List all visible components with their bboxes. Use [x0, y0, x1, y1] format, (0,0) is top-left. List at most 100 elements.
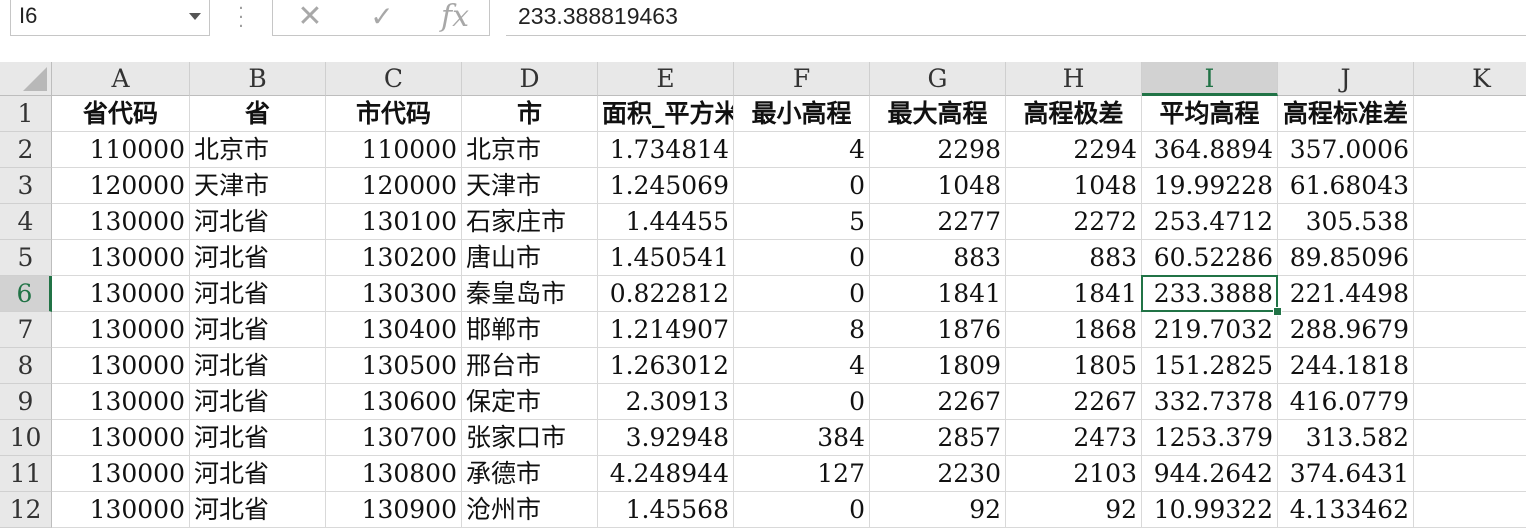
- column-header-g[interactable]: G: [870, 62, 1006, 96]
- table-cell[interactable]: 130700: [326, 420, 462, 456]
- column-header-f[interactable]: F: [734, 62, 870, 96]
- table-cell[interactable]: 416.0779: [1278, 384, 1414, 420]
- header-cell[interactable]: 高程标准差: [1278, 96, 1414, 132]
- table-cell[interactable]: 北京市: [190, 132, 326, 168]
- table-cell[interactable]: 883: [870, 240, 1006, 276]
- table-cell[interactable]: 244.1818: [1278, 348, 1414, 384]
- table-cell[interactable]: 1876: [870, 312, 1006, 348]
- table-cell[interactable]: 130600: [326, 384, 462, 420]
- close-icon[interactable]: ✕: [293, 0, 327, 34]
- header-cell[interactable]: 高程极差: [1006, 96, 1142, 132]
- empty-cell[interactable]: [1414, 312, 1526, 348]
- table-cell[interactable]: 219.7032: [1142, 312, 1278, 348]
- table-cell[interactable]: 4.133462: [1278, 492, 1414, 528]
- column-header-j[interactable]: J: [1278, 62, 1414, 96]
- header-cell[interactable]: 省: [190, 96, 326, 132]
- row-header-11[interactable]: 11: [0, 456, 52, 492]
- row-header-6[interactable]: 6: [0, 276, 52, 312]
- table-cell[interactable]: 2272: [1006, 204, 1142, 240]
- table-cell[interactable]: 天津市: [462, 168, 598, 204]
- table-cell[interactable]: 2473: [1006, 420, 1142, 456]
- empty-cell[interactable]: [1414, 492, 1526, 528]
- table-cell[interactable]: 120000: [52, 168, 190, 204]
- table-cell[interactable]: 130500: [326, 348, 462, 384]
- formula-input[interactable]: 233.388819463: [506, 0, 1526, 36]
- table-cell[interactable]: 130000: [52, 240, 190, 276]
- table-cell[interactable]: 天津市: [190, 168, 326, 204]
- table-cell[interactable]: 2267: [1006, 384, 1142, 420]
- empty-cell[interactable]: [1414, 204, 1526, 240]
- row-header-5[interactable]: 5: [0, 240, 52, 276]
- check-icon[interactable]: ✓: [365, 0, 399, 34]
- row-header-7[interactable]: 7: [0, 312, 52, 348]
- table-cell[interactable]: 1048: [870, 168, 1006, 204]
- table-cell[interactable]: 944.2642: [1142, 456, 1278, 492]
- table-cell[interactable]: 305.538: [1278, 204, 1414, 240]
- table-cell[interactable]: 130100: [326, 204, 462, 240]
- table-cell[interactable]: 2298: [870, 132, 1006, 168]
- table-cell[interactable]: 1.450541: [598, 240, 734, 276]
- table-cell[interactable]: 1.263012: [598, 348, 734, 384]
- table-cell[interactable]: 张家口市: [462, 420, 598, 456]
- table-cell[interactable]: 130800: [326, 456, 462, 492]
- column-header-d[interactable]: D: [462, 62, 598, 96]
- table-cell[interactable]: 1.44455: [598, 204, 734, 240]
- column-header-b[interactable]: B: [190, 62, 326, 96]
- row-header-4[interactable]: 4: [0, 204, 52, 240]
- table-cell[interactable]: 127: [734, 456, 870, 492]
- empty-cell[interactable]: [1414, 348, 1526, 384]
- table-cell[interactable]: 92: [870, 492, 1006, 528]
- header-cell[interactable]: 最大高程: [870, 96, 1006, 132]
- table-cell[interactable]: 河北省: [190, 312, 326, 348]
- table-cell[interactable]: 邯郸市: [462, 312, 598, 348]
- header-cell[interactable]: 面积_平方米: [598, 96, 734, 132]
- table-cell[interactable]: 2103: [1006, 456, 1142, 492]
- fill-handle[interactable]: [1273, 307, 1282, 316]
- header-cell[interactable]: 市代码: [326, 96, 462, 132]
- table-cell[interactable]: 2230: [870, 456, 1006, 492]
- header-cell[interactable]: 市: [462, 96, 598, 132]
- table-cell[interactable]: 130900: [326, 492, 462, 528]
- table-cell[interactable]: 384: [734, 420, 870, 456]
- table-cell[interactable]: 2.30913: [598, 384, 734, 420]
- table-cell[interactable]: 130000: [52, 420, 190, 456]
- table-cell[interactable]: 石家庄市: [462, 204, 598, 240]
- empty-cell[interactable]: [1414, 276, 1526, 312]
- table-cell[interactable]: 1841: [1006, 276, 1142, 312]
- table-cell[interactable]: 1253.379: [1142, 420, 1278, 456]
- table-cell[interactable]: 河北省: [190, 240, 326, 276]
- table-cell[interactable]: 110000: [326, 132, 462, 168]
- table-cell[interactable]: 130000: [52, 456, 190, 492]
- table-cell[interactable]: 0: [734, 240, 870, 276]
- table-cell[interactable]: 保定市: [462, 384, 598, 420]
- table-cell[interactable]: 2267: [870, 384, 1006, 420]
- table-cell[interactable]: 288.9679: [1278, 312, 1414, 348]
- table-cell[interactable]: 河北省: [190, 276, 326, 312]
- column-header-h[interactable]: H: [1006, 62, 1142, 96]
- table-cell[interactable]: 1.245069: [598, 168, 734, 204]
- table-cell[interactable]: 4: [734, 132, 870, 168]
- table-cell[interactable]: 60.52286: [1142, 240, 1278, 276]
- table-cell[interactable]: 313.582: [1278, 420, 1414, 456]
- table-cell[interactable]: 1.214907: [598, 312, 734, 348]
- table-cell[interactable]: 883: [1006, 240, 1142, 276]
- table-cell[interactable]: 364.8894: [1142, 132, 1278, 168]
- table-cell[interactable]: 130000: [52, 384, 190, 420]
- table-cell[interactable]: 1048: [1006, 168, 1142, 204]
- column-header-k[interactable]: K: [1414, 62, 1526, 96]
- table-cell[interactable]: 357.0006: [1278, 132, 1414, 168]
- empty-cell[interactable]: [1414, 132, 1526, 168]
- table-cell[interactable]: 130000: [52, 348, 190, 384]
- select-all-button[interactable]: [0, 62, 52, 96]
- table-cell[interactable]: 233.3888: [1142, 276, 1278, 312]
- empty-cell[interactable]: [1414, 240, 1526, 276]
- table-cell[interactable]: 河北省: [190, 348, 326, 384]
- table-cell[interactable]: 1841: [870, 276, 1006, 312]
- table-cell[interactable]: 89.85096: [1278, 240, 1414, 276]
- table-cell[interactable]: 1868: [1006, 312, 1142, 348]
- table-cell[interactable]: 2277: [870, 204, 1006, 240]
- table-cell[interactable]: 沧州市: [462, 492, 598, 528]
- row-header-9[interactable]: 9: [0, 384, 52, 420]
- table-cell[interactable]: 2294: [1006, 132, 1142, 168]
- table-cell[interactable]: 151.2825: [1142, 348, 1278, 384]
